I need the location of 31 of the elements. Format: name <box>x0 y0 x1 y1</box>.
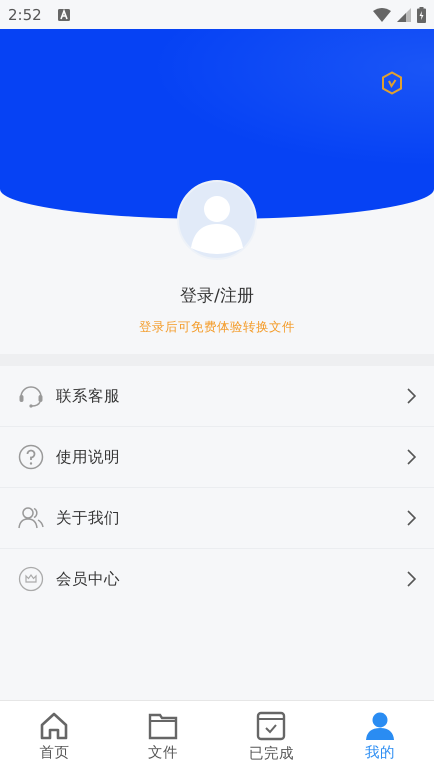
wifi-icon <box>373 8 391 22</box>
menu-label: 联系客服 <box>56 386 121 406</box>
nav-tab[interactable]: 首页 <box>0 701 108 773</box>
chevron-right-icon <box>407 449 416 465</box>
battery-icon <box>417 6 426 22</box>
menu-item[interactable]: 会员中心 <box>0 549 434 609</box>
hexagon-badge-icon[interactable] <box>381 71 403 95</box>
checked-box-icon <box>256 711 286 741</box>
help-icon <box>18 444 44 470</box>
menu-label: 会员中心 <box>56 568 121 590</box>
login-link[interactable]: 登录/注册 <box>180 284 254 307</box>
crown-icon <box>18 566 44 592</box>
menu-item[interactable]: 关于我们 <box>0 488 434 549</box>
avatar-icon[interactable] <box>177 180 257 260</box>
chevron-right-icon <box>407 510 416 526</box>
nav-tab[interactable]: 已完成 <box>217 701 326 773</box>
menu-label: 使用说明 <box>56 446 121 468</box>
notification-icon <box>58 8 70 20</box>
menu-label: 关于我们 <box>56 508 121 528</box>
user-icon <box>364 712 395 740</box>
people-icon <box>18 505 44 531</box>
login-hint: 登录后可免费体验转换文件 <box>139 319 295 336</box>
menu-item[interactable]: 联系客服 <box>0 366 434 427</box>
folder-icon <box>148 712 178 740</box>
home-icon <box>39 712 70 740</box>
chevron-right-icon <box>407 571 416 587</box>
status-time: 2:52 <box>8 6 42 24</box>
signal-icon <box>397 8 411 22</box>
menu-item[interactable]: 使用说明 <box>0 427 434 488</box>
chevron-right-icon <box>407 388 416 404</box>
nav-tab[interactable]: 文件 <box>108 701 217 773</box>
